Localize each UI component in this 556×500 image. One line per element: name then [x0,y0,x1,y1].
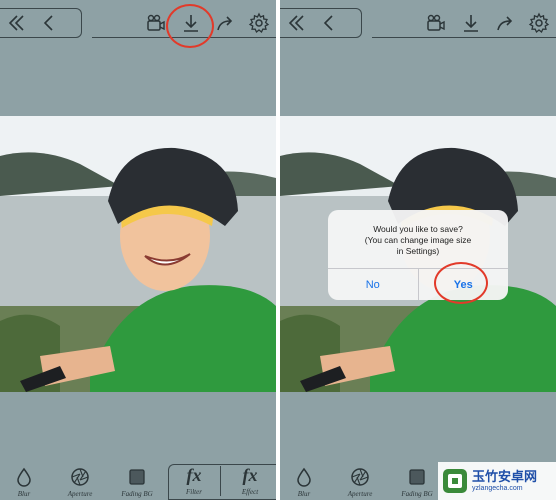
blur-label: Blur [297,490,311,498]
filter-tool[interactable]: fx Filter [167,462,221,500]
fading-bg-tool[interactable]: Fading BG [390,462,444,500]
bottom-toolbar: Blur Aperture Fading BG fx Filter fx Eff… [0,462,276,500]
video-camera-icon[interactable] [143,10,169,36]
watermark-url: yzlangecha.com [472,485,523,492]
chevron-left-icon[interactable] [36,10,62,36]
fading-bg-label: Fading BG [401,490,433,498]
chevron-left-icon[interactable] [316,10,342,36]
gear-icon[interactable] [246,10,272,36]
droplet-icon [297,467,311,487]
fading-bg-label: Fading BG [121,490,153,498]
save-dialog: Would you like to save? (You can change … [328,210,508,300]
square-icon [409,469,425,485]
blur-label: Blur [17,490,31,498]
download-icon[interactable] [458,10,484,36]
no-button[interactable]: No [328,269,418,300]
photo-boy-helmet [0,116,276,392]
gear-icon[interactable] [526,10,552,36]
video-camera-icon[interactable] [423,10,449,36]
right-screenshot-panel: Would you like to save? (You can change … [280,0,556,500]
double-chevron-left-icon[interactable] [4,10,30,36]
download-icon[interactable] [178,10,204,36]
aperture-icon [71,468,89,486]
effect-label: Effect [241,488,259,496]
top-toolbar [0,0,276,46]
effect-tool[interactable]: fx Effect [223,462,276,500]
watermark-text: 玉竹安卓网 yzlangecha.com [472,469,537,493]
top-toolbar [280,0,556,46]
fx-icon: fx [242,465,258,485]
dialog-message-line-1: Would you like to save? [373,224,463,234]
blur-tool[interactable]: Blur [0,462,51,500]
fx-icon: fx [186,465,202,485]
square-icon [129,469,145,485]
blur-tool[interactable]: Blur [280,462,331,500]
double-chevron-left-icon[interactable] [284,10,310,36]
filter-label: Filter [186,488,202,496]
share-icon[interactable] [493,10,519,36]
aperture-tool[interactable]: Aperture [333,462,387,500]
watermark: 玉竹安卓网 yzlangecha.com [438,462,556,500]
aperture-label: Aperture [67,490,93,498]
dialog-message-line-2: (You can change image size [364,235,472,245]
dialog-message-line-3: in Settings) [396,246,440,256]
yes-button[interactable]: Yes [417,269,509,300]
fading-bg-tool[interactable]: Fading BG [110,462,164,500]
share-icon[interactable] [213,10,239,36]
watermark-title: 玉竹安卓网 [472,469,538,484]
dialog-actions: No Yes [328,268,508,300]
watermark-logo-icon [443,469,467,493]
dialog-message: Would you like to save? (You can change … [328,210,508,268]
aperture-icon [351,468,369,486]
aperture-label: Aperture [347,490,373,498]
bottom-separator [220,466,221,496]
left-screenshot-panel: Blur Aperture Fading BG fx Filter fx Eff… [0,0,276,500]
droplet-icon [17,467,31,487]
aperture-tool[interactable]: Aperture [53,462,107,500]
